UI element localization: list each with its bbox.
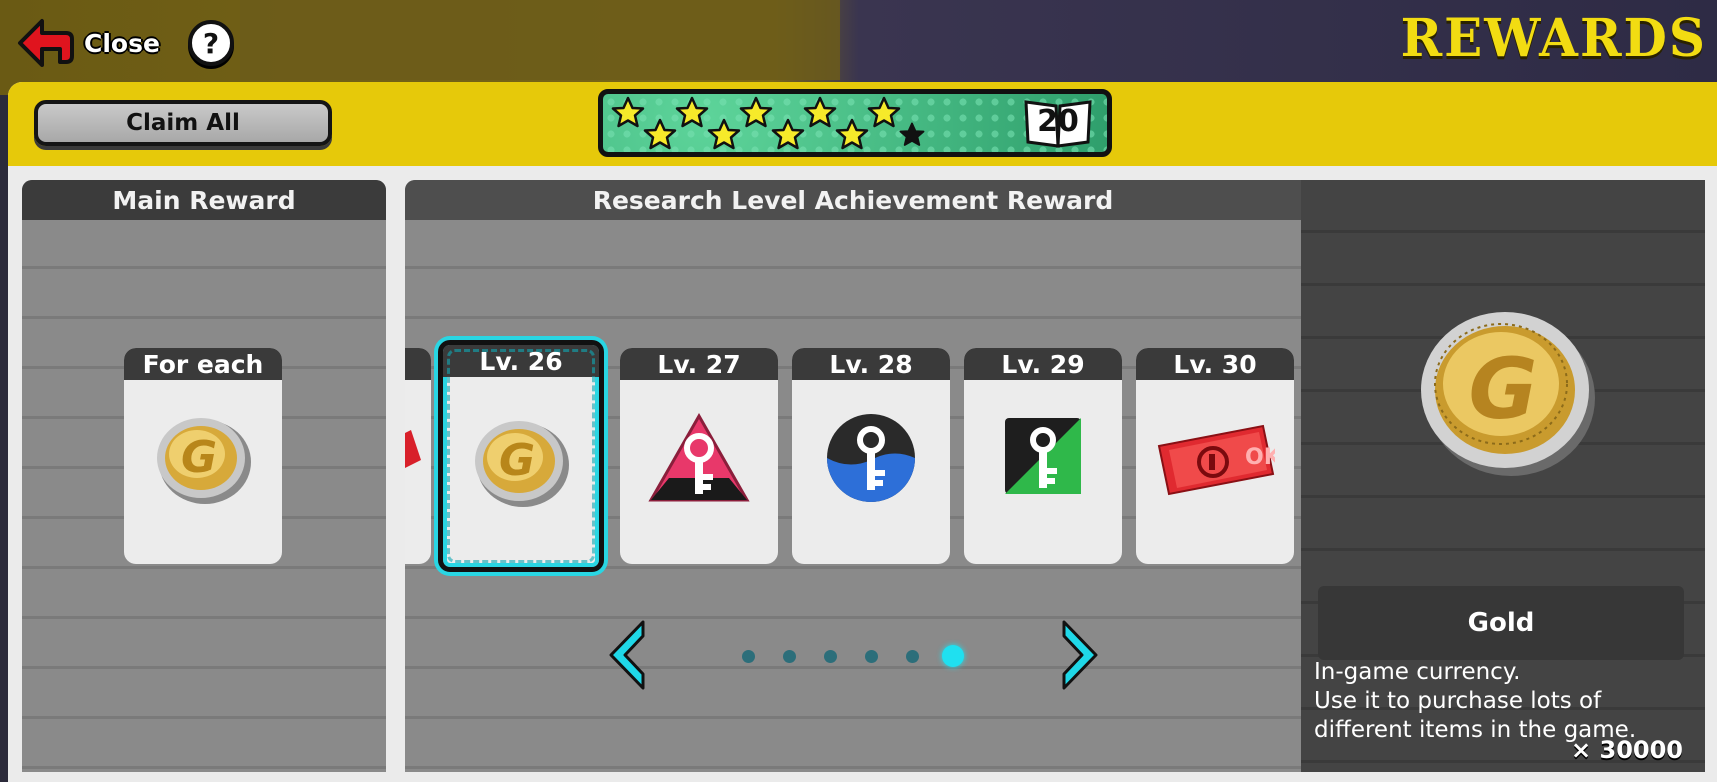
reward-card-lv28[interactable]: Lv. 28 (792, 348, 950, 564)
pink-triangle-key-icon (648, 412, 750, 502)
gold-coin-icon: G (157, 418, 251, 504)
green-square-key-icon (1005, 418, 1081, 494)
main-reward-card-label: For each (124, 348, 282, 380)
card-label: Lv. 26 (443, 345, 599, 377)
star-filled-icon (803, 96, 837, 128)
close-label: Close (84, 28, 160, 58)
page-dot[interactable] (741, 649, 755, 663)
gold-coin-large-icon: G (1421, 312, 1595, 476)
previous-card-header (405, 348, 431, 380)
star-filled-icon (867, 96, 901, 128)
red-ticket-icon (405, 430, 421, 468)
svg-text:G: G (181, 432, 217, 483)
main-reward-title: Main Reward (22, 180, 386, 220)
star-filled-icon (771, 118, 805, 150)
previous-page-arrow-icon[interactable] (607, 620, 647, 690)
page-dot[interactable] (782, 649, 796, 663)
page-dot[interactable] (823, 649, 837, 663)
star-filled-icon (643, 118, 677, 150)
star-filled-icon (739, 96, 773, 128)
screen-title: REWARDS (1400, 6, 1707, 69)
page-dot[interactable] (905, 649, 919, 663)
main-reward-card[interactable]: For each G (124, 348, 282, 564)
description-line: In-game currency. (1314, 659, 1521, 685)
reward-card-lv27[interactable]: Lv. 27 (620, 348, 778, 564)
star-filled-icon (611, 96, 645, 128)
achievement-reward-title: Research Level Achievement Reward (405, 180, 1301, 220)
main-reward-panel: Main Reward For each G (22, 180, 386, 772)
card-label: Lv. 27 (620, 348, 778, 380)
star-filled-icon (707, 118, 741, 150)
star-filled-icon (835, 118, 869, 150)
page-dot[interactable] (864, 649, 878, 663)
claim-all-button[interactable]: Claim All (34, 100, 332, 146)
help-button[interactable]: ? (188, 20, 234, 66)
svg-text:G: G (499, 435, 535, 486)
card-label: Lv. 29 (964, 348, 1122, 380)
card-label: Lv. 30 (1136, 348, 1294, 380)
description-line: Use it to purchase lots of (1314, 688, 1602, 714)
previous-reward-card[interactable] (405, 348, 431, 564)
close-button[interactable]: Close (16, 16, 160, 70)
reward-card-lv26[interactable]: Lv. 26 G (438, 340, 604, 572)
next-page-arrow-icon[interactable] (1060, 620, 1100, 690)
reward-card-lv29[interactable]: Lv. 29 (964, 348, 1122, 564)
page-dot[interactable] (942, 645, 964, 667)
svg-text:OK: OK (1245, 445, 1275, 470)
reward-item-description: In-game currency. Use it to purchase lot… (1314, 658, 1704, 745)
red-ticket-icon: OK (1157, 424, 1275, 496)
achievement-reward-panel: Research Level Achievement Reward Lv. 26… (405, 180, 1301, 772)
svg-text:G: G (1469, 340, 1538, 438)
gold-coin-icon: G (475, 421, 569, 507)
title-banner (240, 0, 840, 80)
back-arrow-icon (18, 19, 74, 67)
star-filled-icon (675, 96, 709, 128)
research-level-number: 20 (1037, 104, 1079, 139)
reward-item-name: Gold (1318, 586, 1684, 660)
card-label: Lv. 28 (792, 348, 950, 380)
star-empty-icon (899, 122, 925, 146)
reward-card-lv30[interactable]: Lv. 30 OK (1136, 348, 1294, 564)
description-line: different items in the game. (1314, 717, 1637, 743)
blue-circle-key-icon (827, 414, 915, 502)
